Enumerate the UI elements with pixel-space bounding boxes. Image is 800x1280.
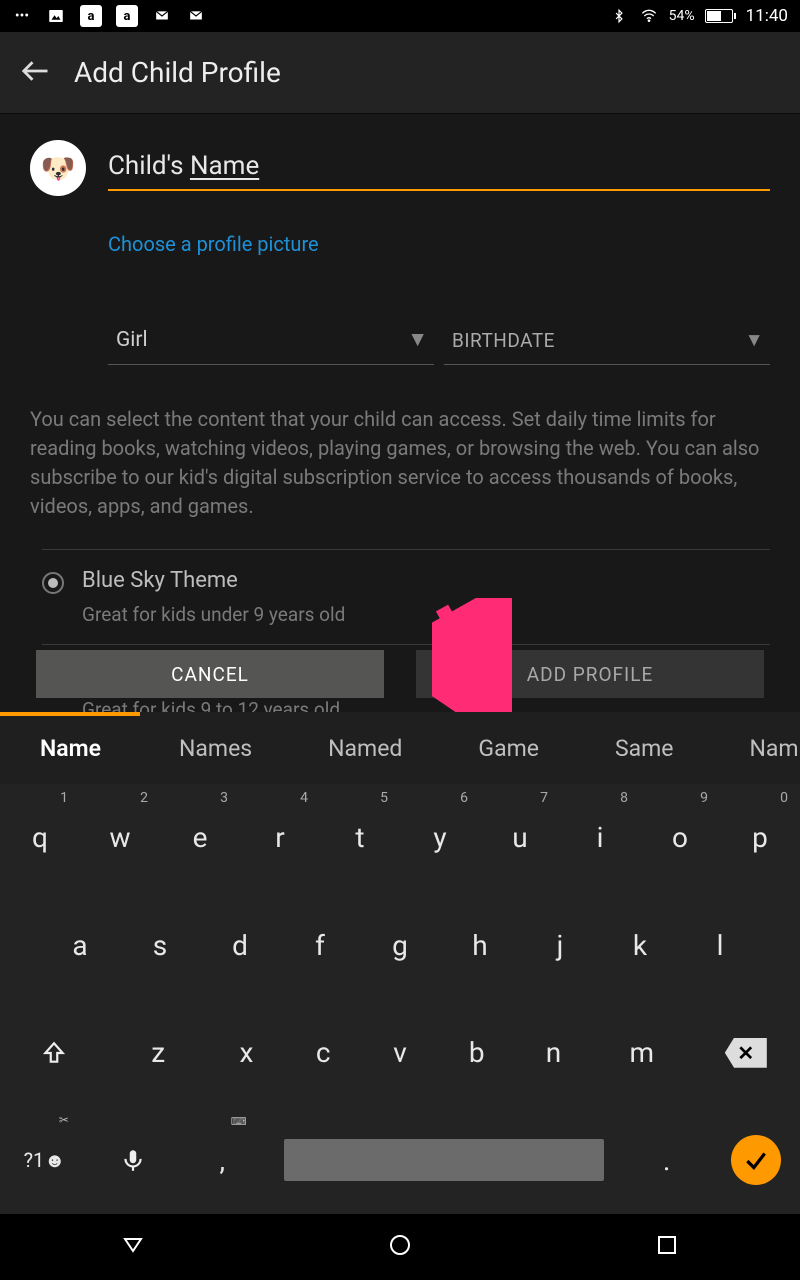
key-x[interactable]: x [208,999,285,1107]
key-b[interactable]: b [438,999,515,1107]
name-prefix: Child's [108,151,190,181]
radio-selected-icon[interactable] [42,572,64,594]
keyboard-hint-icon: ⌨ [231,1115,247,1128]
mail-icon [152,6,172,26]
status-bar: ••• a a 54% 11:40 [0,0,800,32]
period-key[interactable]: . [622,1107,711,1215]
description-text: You can select the content that your chi… [30,405,770,521]
wifi-icon [639,6,659,26]
back-arrow-icon[interactable] [20,56,50,90]
nav-home-button[interactable] [388,1233,412,1261]
suggestion-item[interactable]: Nam [712,735,799,762]
app-bar: Add Child Profile [0,32,800,114]
key-s[interactable]: s [120,892,200,1000]
key-e[interactable]: 3e [160,784,240,892]
clock: 11:40 [746,6,788,26]
suggestion-item[interactable]: Name [0,735,141,762]
key-a[interactable]: a [40,892,120,1000]
key-n[interactable]: n [515,999,592,1107]
key-v[interactable]: v [362,999,439,1107]
page-title: Add Child Profile [74,56,281,89]
mic-key[interactable] [89,1107,178,1215]
key-u[interactable]: 7u [480,784,560,892]
mail-icon [186,6,206,26]
caret-down-icon: ▼ [745,328,764,352]
key-g[interactable]: g [360,892,440,1000]
choose-profile-picture-link[interactable]: Choose a profile picture [108,232,770,256]
on-screen-keyboard: 1q2w3e4r5t6y7u8i9o0p asdfghjkl zxcvbnm ✕… [0,784,800,1214]
more-icon: ••• [12,6,32,26]
key-i[interactable]: 8i [560,784,640,892]
key-l[interactable]: l [680,892,760,1000]
key-o[interactable]: 9o [640,784,720,892]
content-area: 🐶 Child's Name Choose a profile picture … [0,114,800,712]
cancel-button[interactable]: CANCEL [36,650,384,698]
key-d[interactable]: d [200,892,280,1000]
key-p[interactable]: 0p [720,784,800,892]
key-y[interactable]: 6y [400,784,480,892]
theme-subtitle: Great for kids 9 to 12 years old [82,698,340,712]
suggestion-item[interactable]: Named [290,735,440,762]
backspace-key[interactable]: ✕ [692,999,800,1107]
shift-key[interactable] [0,999,108,1107]
theme-subtitle: Great for kids under 9 years old [82,603,345,626]
enter-key[interactable] [711,1107,800,1215]
key-m[interactable]: m [592,999,692,1107]
key-q[interactable]: 1q [0,784,80,892]
amazon-app-icon: a [80,5,102,27]
birthdate-select[interactable]: BIRTHDATE ▼ [444,322,770,365]
amazon-app-icon: a [116,5,138,27]
key-t[interactable]: 5t [320,784,400,892]
bluetooth-icon [609,6,629,26]
key-z[interactable]: z [108,999,208,1107]
battery-percent: 54% [669,8,695,24]
key-c[interactable]: c [285,999,362,1107]
key-j[interactable]: j [520,892,600,1000]
birthdate-label: BIRTHDATE [452,329,555,352]
theme-title: Blue Sky Theme [82,568,345,593]
nav-back-button[interactable] [121,1233,145,1261]
space-key[interactable] [267,1107,623,1215]
suggestion-indicator [0,712,140,716]
suggestion-item[interactable]: Names [141,735,290,762]
keyboard-suggestions: Name Names Named Game Same Nam [0,712,800,784]
system-nav-bar [0,1214,800,1280]
nav-recents-button[interactable] [655,1233,679,1261]
image-icon [46,6,66,26]
suggestion-item[interactable]: Game [440,735,577,762]
key-r[interactable]: 4r [240,784,320,892]
scissors-hint-icon: ✂ [59,1113,69,1127]
battery-icon [705,9,736,23]
child-name-input[interactable]: Child's Name [108,145,770,191]
name-cursor-text: Name [190,151,259,181]
key-k[interactable]: k [600,892,680,1000]
key-f[interactable]: f [280,892,360,1000]
caret-down-icon: ▼ [407,328,428,352]
key-h[interactable]: h [440,892,520,1000]
theme-option[interactable]: Blue Sky Theme Great for kids under 9 ye… [42,549,770,644]
suggestion-item[interactable]: Same [577,735,712,762]
gender-select[interactable]: Girl ▼ [108,322,434,365]
comma-key[interactable]: ⌨ , [178,1107,267,1215]
add-profile-button[interactable]: ADD PROFILE [416,650,764,698]
symbols-key[interactable]: ✂ ?1☻ [0,1107,89,1215]
avatar[interactable]: 🐶 [30,140,86,196]
gender-value: Girl [116,328,148,352]
key-w[interactable]: 2w [80,784,160,892]
